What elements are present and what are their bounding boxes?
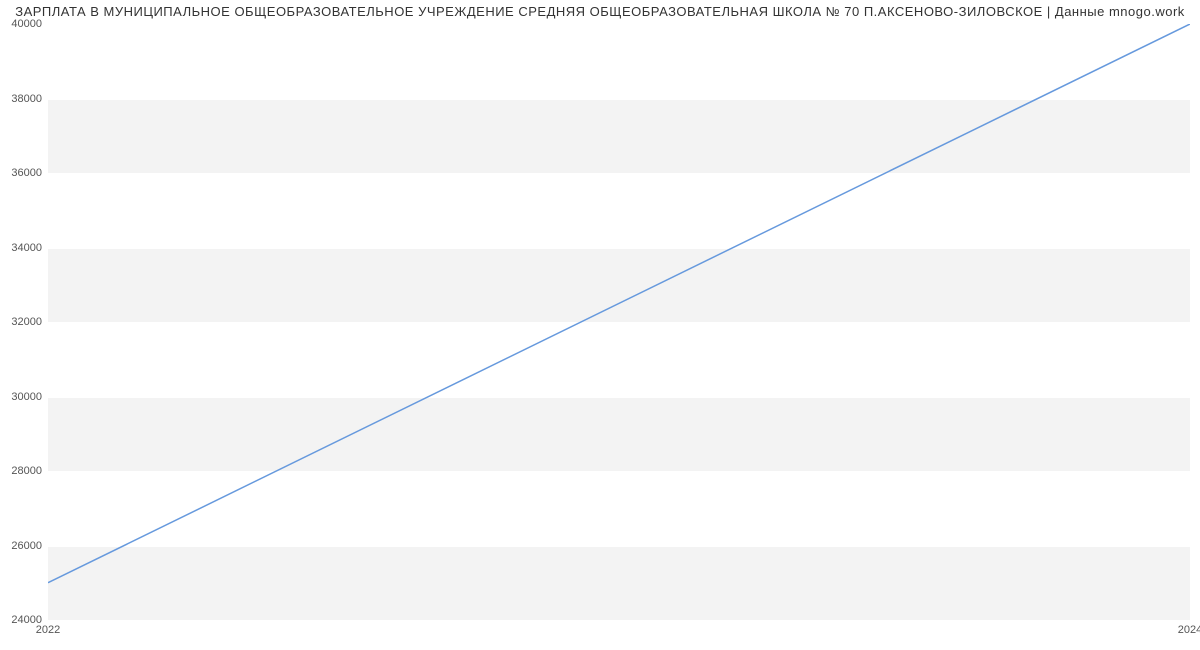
y-tick-label: 38000 (11, 93, 42, 105)
plot-area: 2400026000280003000032000340003600038000… (48, 24, 1190, 620)
data-line (48, 24, 1190, 583)
y-tick-label: 40000 (11, 18, 42, 30)
y-tick-label: 36000 (11, 167, 42, 179)
y-tick-label: 34000 (11, 242, 42, 254)
x-tick-label: 2024 (1178, 624, 1200, 636)
chart-line-svg (48, 24, 1190, 620)
y-tick-label: 32000 (11, 316, 42, 328)
y-tick-label: 28000 (11, 465, 42, 477)
chart-title: ЗАРПЛАТА В МУНИЦИПАЛЬНОЕ ОБЩЕОБРАЗОВАТЕЛ… (0, 0, 1200, 23)
y-tick-label: 30000 (11, 391, 42, 403)
chart-container: 2400026000280003000032000340003600038000… (48, 24, 1190, 620)
grid-line (48, 620, 1190, 621)
y-tick-label: 26000 (11, 540, 42, 552)
x-tick-label: 2022 (36, 624, 60, 636)
